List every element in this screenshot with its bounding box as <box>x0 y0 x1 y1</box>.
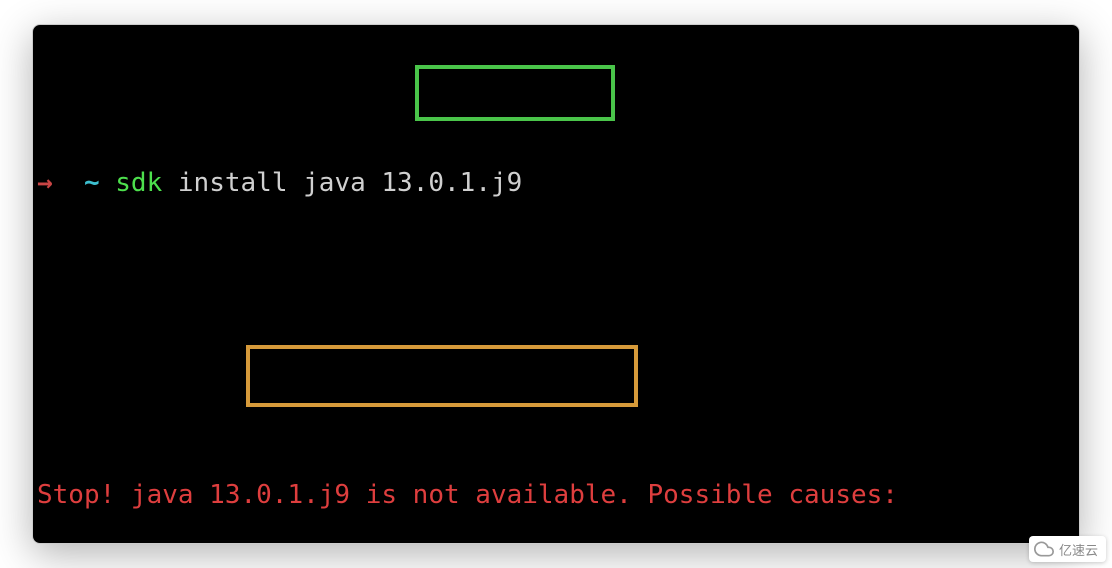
error-line-1: Stop! java 13.0.1.j9 is not available. P… <box>33 476 1079 515</box>
prompt-arrow: → <box>37 168 53 198</box>
prompt-tilde: ~ <box>84 168 100 198</box>
watermark-badge: 亿速云 <box>1029 536 1106 562</box>
highlight-box-green <box>415 65 615 121</box>
command-sdk: sdk <box>115 168 162 198</box>
spacer <box>33 320 1079 359</box>
terminal-content: → ~ sdk install java 13.0.1.j9 Stop! jav… <box>33 47 1079 544</box>
terminal-window: → ~ sdk install java 13.0.1.j9 Stop! jav… <box>32 24 1080 544</box>
cloud-icon <box>1033 538 1055 560</box>
watermark-text: 亿速云 <box>1059 540 1098 559</box>
command-line-1: → ~ sdk install java 13.0.1.j9 <box>33 164 1079 203</box>
command-args-1: install java 13.0.1.j9 <box>178 168 522 198</box>
